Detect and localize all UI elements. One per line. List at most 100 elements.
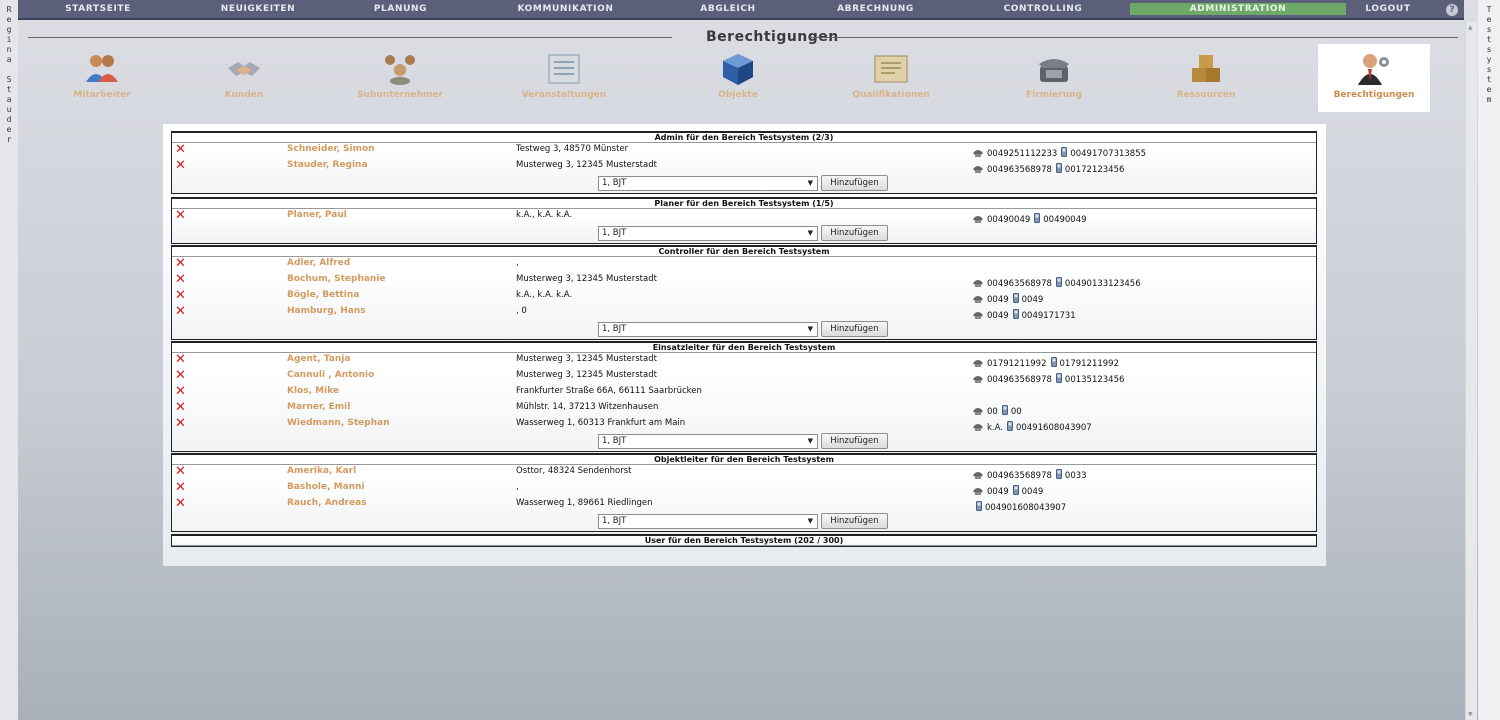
remove-member-icon[interactable]: ✕ <box>175 273 187 286</box>
member-address: Testweg 3, 48570 Münster <box>516 144 629 154</box>
add-member-button[interactable]: Hinzufügen <box>821 225 888 241</box>
mobile-number: 00 <box>1010 407 1022 417</box>
member-name[interactable]: Wiedmann, Stephan <box>287 418 390 428</box>
phone-number: 0049 <box>987 487 1009 497</box>
nav-item-kommunikation[interactable]: KOMMUNIKATION <box>463 0 668 19</box>
remove-member-icon[interactable]: ✕ <box>175 417 187 430</box>
member-name[interactable]: Marner, Emil <box>287 402 350 412</box>
member-name[interactable]: Klos, Mike <box>287 386 339 396</box>
member-name[interactable]: Rauch, Andreas <box>287 498 367 508</box>
remove-member-icon[interactable]: ✕ <box>175 159 187 172</box>
remove-member-icon[interactable]: ✕ <box>175 143 187 156</box>
member-name[interactable]: Bögle, Bettina <box>287 290 359 300</box>
module-mitarbeiter[interactable]: Mitarbeiter <box>46 44 158 112</box>
module-kunden[interactable]: Kunden <box>188 44 300 112</box>
vertical-letter: n <box>6 45 12 54</box>
member-name[interactable]: Agent, Tanja <box>287 354 350 364</box>
member-name[interactable]: Stauder, Regina <box>287 160 368 170</box>
member-name[interactable]: Planer, Paul <box>287 210 347 220</box>
member-address: Frankfurter Straße 66A, 66111 Saarbrücke… <box>516 386 702 396</box>
remove-member-icon[interactable]: ✕ <box>175 369 187 382</box>
module-subunternehmer[interactable]: Subunternehmer <box>344 44 456 112</box>
member-select[interactable]: 1, BJT ▼ <box>598 514 818 529</box>
section-title: Planer für den Bereich Testsystem (1/5) <box>172 199 1316 209</box>
nav-item-controlling[interactable]: CONTROLLING <box>963 0 1123 19</box>
vertical-letter: y <box>1486 55 1492 64</box>
add-member-button[interactable]: Hinzufügen <box>821 321 888 337</box>
scroll-up-icon[interactable]: ▲ <box>1468 24 1473 31</box>
module-veranstaltungen[interactable]: Veranstaltungen <box>508 44 620 112</box>
remove-member-icon[interactable]: ✕ <box>175 257 187 270</box>
scrollbar[interactable]: ▲ ▼ <box>1465 22 1477 720</box>
member-address: , <box>516 258 519 268</box>
vertical-letter: a <box>6 95 12 104</box>
remove-member-icon[interactable]: ✕ <box>175 497 187 510</box>
module-label: Objekte <box>718 90 758 100</box>
member-row: ✕ Adler, Alfred, <box>172 257 1316 273</box>
section-title: User für den Bereich Testsystem (202 / 3… <box>172 536 1316 546</box>
remove-member-icon[interactable]: ✕ <box>175 209 187 222</box>
member-name[interactable]: Bochum, Stephanie <box>287 274 386 284</box>
member-name[interactable]: Bashole, Manni <box>287 482 365 492</box>
add-member-button[interactable]: Hinzufügen <box>821 175 888 191</box>
module-objekte[interactable]: Objekte <box>682 44 794 112</box>
member-name[interactable]: Amerika, Karl <box>287 466 356 476</box>
remove-member-icon[interactable]: ✕ <box>175 305 187 318</box>
member-row: ✕ Stauder, Regina Musterweg 3, 12345 Muste… <box>172 159 1316 175</box>
module-qualifikationen[interactable]: Qualifikationen <box>835 44 947 112</box>
scroll-down-icon[interactable]: ▼ <box>1468 711 1473 718</box>
title-divider-right <box>810 37 1458 38</box>
nav-item-logout[interactable]: LOGOUT <box>1348 0 1428 19</box>
remove-member-icon[interactable]: ✕ <box>175 465 187 478</box>
nav-item-startseite[interactable]: STARTSEITE <box>18 0 178 19</box>
system-name-vertical: Testsystem <box>1478 0 1500 720</box>
member-name[interactable]: Adler, Alfred <box>287 258 350 268</box>
remove-member-icon[interactable]: ✕ <box>175 289 187 302</box>
nav-item-abrechnung[interactable]: ABRECHNUNG <box>788 0 963 19</box>
vertical-letter: e <box>6 15 12 24</box>
member-address: Musterweg 3, 12345 Musterstadt <box>516 370 657 380</box>
remove-member-icon[interactable]: ✕ <box>175 401 187 414</box>
permissions-panel: Admin für den Bereich Testsystem (2/3) ✕ S… <box>163 124 1326 566</box>
module-label: Firmierung <box>1026 90 1082 100</box>
member-select[interactable]: 1, BJT ▼ <box>598 434 818 449</box>
module-label: Veranstaltungen <box>521 90 607 100</box>
member-address: k.A., k.A. k.A. <box>516 210 573 220</box>
module-ressourcen[interactable]: Ressourcen <box>1150 44 1262 112</box>
member-name[interactable]: Cannuli , Antonio <box>287 370 374 380</box>
module-icon-row: Mitarbeiter Kunden Subunternehmer Veranstal… <box>28 44 1438 112</box>
member-select[interactable]: 1, BJT ▼ <box>598 322 818 337</box>
nav-item-planung[interactable]: PLANUNG <box>338 0 463 19</box>
member-select-value: 1, BJT <box>602 324 627 334</box>
mobile-number: 00490133123456 <box>1064 279 1141 289</box>
help-icon[interactable]: ? <box>1446 4 1458 16</box>
module-label: Ressourcen <box>1176 90 1236 100</box>
remove-member-icon[interactable]: ✕ <box>175 481 187 494</box>
member-row: ✕ Bögle, Bettina k.A., k.A. k.A. 0049 0049 <box>172 289 1316 305</box>
mobile-number: 01791211992 <box>1059 359 1120 369</box>
remove-member-icon[interactable]: ✕ <box>175 385 187 398</box>
member-row: ✕ Rauch, Andreas Wasserweg 1, 89661 Riedli… <box>172 497 1316 513</box>
phone-number: 0049 <box>987 295 1009 305</box>
chevron-down-icon: ▼ <box>807 517 813 525</box>
module-label: Mitarbeiter <box>73 90 131 100</box>
vertical-letter: t <box>1486 75 1492 84</box>
mobile-number: 0049 <box>1021 487 1044 497</box>
member-row: ✕ Planer, Paul k.A., k.A. k.A. 00490049 0049… <box>172 209 1316 225</box>
module-firmierung[interactable]: Firmierung <box>998 44 1110 112</box>
remove-member-icon[interactable]: ✕ <box>175 353 187 366</box>
add-member-button[interactable]: Hinzufügen <box>821 433 888 449</box>
module-berechtigungen[interactable]: Berechtigungen <box>1318 44 1430 112</box>
nav-item-administration[interactable]: ADMINISTRATION <box>1130 3 1346 15</box>
add-member-button[interactable]: Hinzufügen <box>821 513 888 529</box>
member-name[interactable]: Hamburg, Hans <box>287 306 366 316</box>
nav-item-abgleich[interactable]: ABGLEICH <box>668 0 788 19</box>
nav-item-neuigkeiten[interactable]: NEUIGKEITEN <box>178 0 338 19</box>
member-name[interactable]: Schneider, Simon <box>287 144 375 154</box>
chevron-down-icon: ▼ <box>807 229 813 237</box>
phone-number: k.A. <box>987 423 1003 433</box>
phone-number: 0049 <box>987 311 1009 321</box>
member-select[interactable]: 1, BJT ▼ <box>598 176 818 191</box>
member-select[interactable]: 1, BJT ▼ <box>598 226 818 241</box>
vertical-letter: d <box>6 115 12 124</box>
